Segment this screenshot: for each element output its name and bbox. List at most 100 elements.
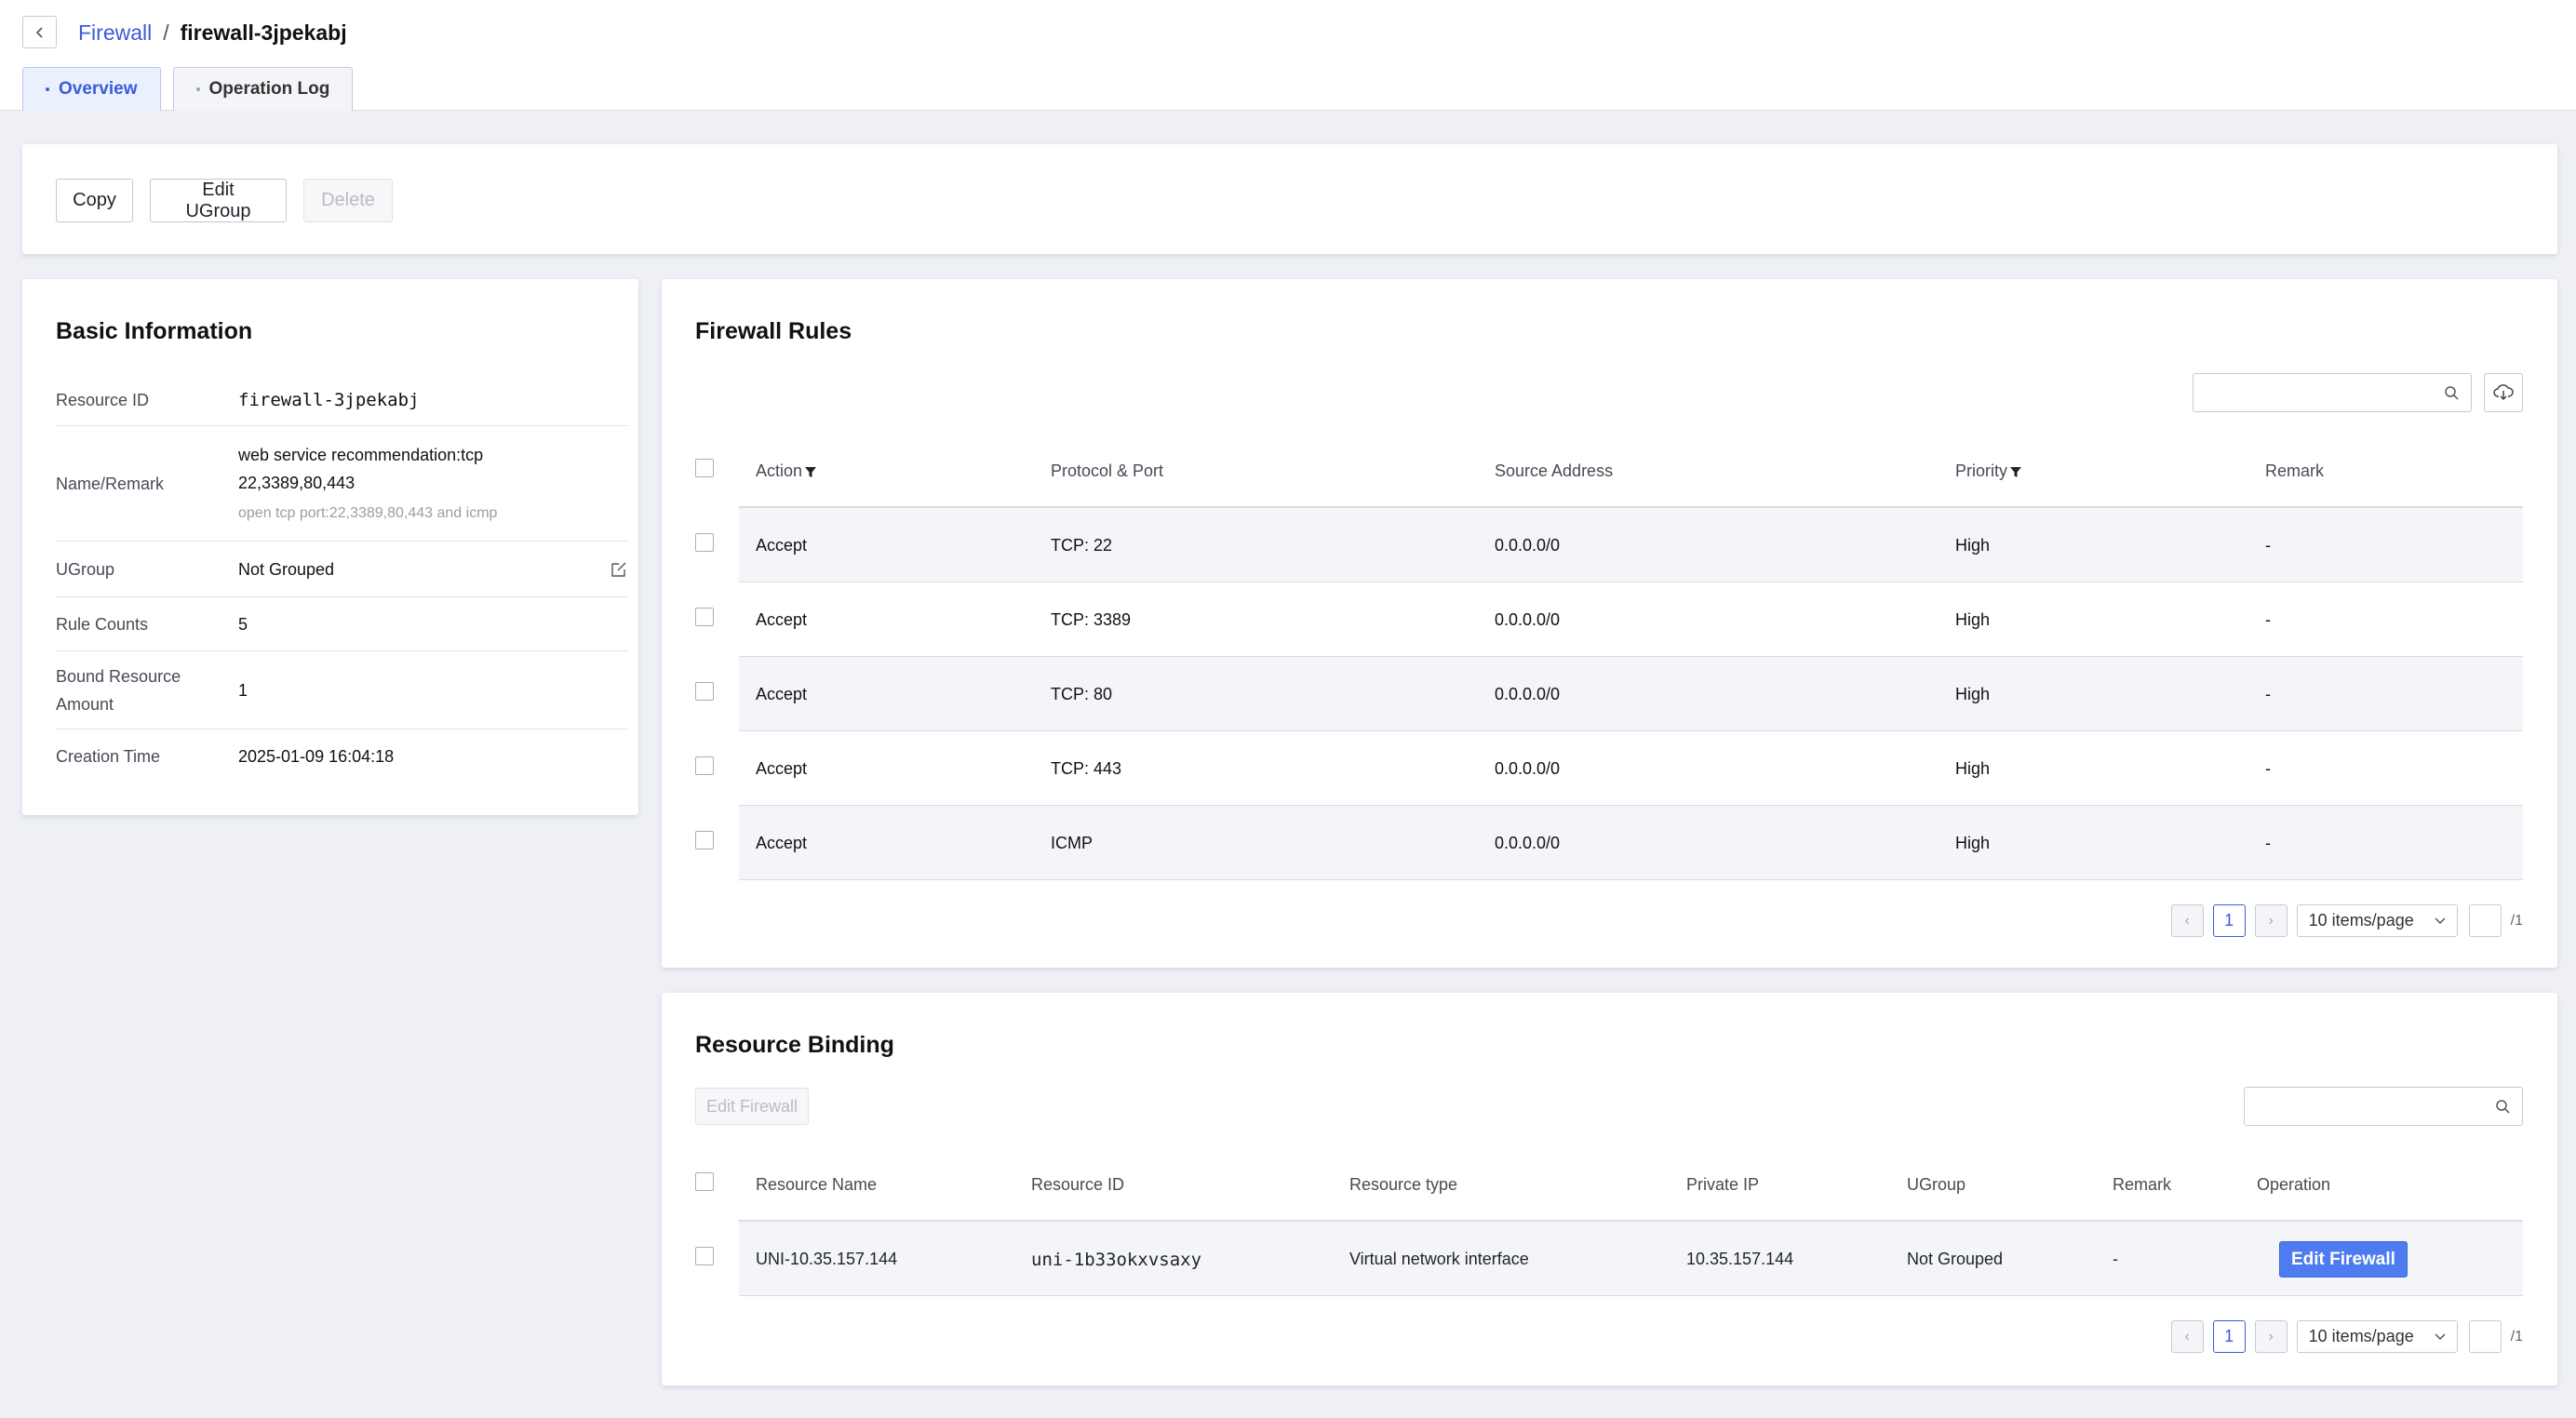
next-page-button[interactable]: › (2254, 904, 2288, 937)
resource-name-cell: UNI-10.35.157.144 (756, 1250, 898, 1268)
search-icon (2496, 1100, 2510, 1114)
back-button[interactable] (22, 16, 57, 48)
edit-icon[interactable] (610, 560, 628, 579)
source-cell: 0.0.0.0/0 (1495, 610, 1561, 629)
col-protocol-port: Protocol & Port (1051, 462, 1164, 480)
info-label: Name/Remark (56, 474, 165, 493)
remark-cell: - (2265, 685, 2271, 703)
tab-label: Overview (59, 79, 138, 99)
row-checkbox[interactable] (695, 756, 714, 775)
tab-bar: Overview Operation Log (22, 67, 354, 111)
name-remark-value: web service recommendation:tcp 22,3389,8… (238, 441, 628, 527)
select-all-checkbox[interactable] (695, 1172, 714, 1191)
cloud-download-icon (2493, 384, 2514, 401)
col-ugroup: UGroup (1907, 1175, 1966, 1194)
resource-binding-card: Resource Binding Edit Firewall Resource … (662, 993, 2557, 1385)
resource-type-cell: Virtual network interface (1349, 1250, 1529, 1268)
protocol-cell: TCP: 3389 (1051, 610, 1132, 629)
col-resource-id: Resource ID (1031, 1175, 1125, 1194)
prev-page-button[interactable]: ‹ (2170, 904, 2204, 937)
chevron-left-icon (35, 26, 43, 38)
info-row-creation-time: Creation Time 2025-01-09 16:04:18 (56, 729, 628, 783)
page-size-value: 10 items/page (2308, 911, 2414, 930)
priority-cell: High (1955, 759, 1991, 778)
page-size-select[interactable]: 10 items/page (2296, 904, 2458, 937)
row-checkbox[interactable] (695, 608, 714, 626)
action-cell: Accept (756, 536, 808, 555)
remark-cell: - (2265, 610, 2271, 629)
col-action[interactable]: Action (756, 462, 817, 481)
col-private-ip: Private IP (1686, 1175, 1760, 1194)
page-number-button[interactable]: 1 (2212, 1320, 2246, 1353)
filter-icon[interactable] (804, 465, 817, 478)
edit-ugroup-button[interactable]: Edit UGroup (150, 179, 287, 222)
firewall-rules-card: Firewall Rules Action Protocol & Port So… (662, 279, 2557, 968)
chevron-down-icon (2435, 1332, 2446, 1340)
action-cell: Accept (756, 759, 808, 778)
ugroup-value: Not Grouped (238, 559, 335, 579)
row-checkbox[interactable] (695, 831, 714, 849)
rules-header-row (739, 434, 2523, 508)
source-cell: 0.0.0.0/0 (1495, 536, 1561, 555)
row-checkbox[interactable] (695, 533, 714, 552)
table-row (739, 806, 2523, 880)
tab-dot-icon (46, 87, 49, 91)
rules-search-input[interactable] (2193, 373, 2472, 412)
protocol-cell: TCP: 80 (1051, 685, 1113, 703)
page-total: /1 (2510, 912, 2523, 929)
tab-operation-log[interactable]: Operation Log (172, 67, 354, 111)
download-button[interactable] (2484, 373, 2523, 412)
binding-search-input[interactable] (2244, 1087, 2523, 1126)
tab-overview[interactable]: Overview (22, 67, 161, 111)
name-line-2: 22,3389,80,443 (238, 473, 356, 492)
next-page-button[interactable]: › (2254, 1320, 2288, 1353)
remark-cell: - (2265, 536, 2271, 555)
table-row (739, 731, 2523, 806)
prev-page-button[interactable]: ‹ (2170, 1320, 2204, 1353)
resource-id-cell: uni-1b33okxvsaxy (1031, 1250, 1202, 1270)
page-header: Firewall / firewall-3jpekabj Overview Op… (0, 0, 2576, 111)
page-jump-input[interactable] (2468, 904, 2502, 937)
breadcrumb-firewall-link[interactable]: Firewall (78, 20, 152, 46)
tab-dot-icon (195, 87, 200, 91)
edit-firewall-button[interactable]: Edit Firewall (2279, 1241, 2408, 1278)
page-size-select[interactable]: 10 items/page (2296, 1320, 2458, 1353)
filter-icon[interactable] (2009, 465, 2022, 478)
info-label: Creation Time (56, 747, 161, 766)
source-cell: 0.0.0.0/0 (1495, 834, 1561, 852)
table-row (739, 508, 2523, 582)
creation-time-value: 2025-01-09 16:04:18 (238, 747, 395, 766)
page-total: /1 (2510, 1328, 2523, 1344)
row-checkbox[interactable] (695, 682, 714, 701)
page-jump-input[interactable] (2468, 1320, 2502, 1353)
protocol-cell: TCP: 22 (1051, 536, 1113, 555)
col-operation: Operation (2257, 1175, 2331, 1194)
row-checkbox[interactable] (695, 1247, 714, 1265)
private-ip-cell: 10.35.157.144 (1686, 1250, 1794, 1268)
col-priority[interactable]: Priority (1955, 462, 2022, 481)
bound-label-line-1: Bound Resource (56, 666, 181, 686)
edit-firewall-toolbar-button[interactable]: Edit Firewall (695, 1088, 810, 1125)
breadcrumb: Firewall / firewall-3jpekabj (78, 19, 347, 47)
select-all-checkbox[interactable] (695, 459, 714, 477)
remark-cell: - (2113, 1250, 2118, 1268)
info-row-bound-amount: Bound Resource Amount 1 (56, 651, 628, 729)
name-line-1: web service recommendation:tcp (238, 445, 484, 464)
basic-info-card: Basic Information Resource ID firewall-3… (22, 279, 638, 815)
col-resource-type: Resource type (1349, 1175, 1458, 1194)
tab-label: Operation Log (208, 79, 330, 99)
binding-header-row (739, 1147, 2523, 1222)
col-priority-label: Priority (1955, 462, 2008, 480)
delete-button[interactable]: Delete (303, 179, 393, 222)
action-cell: Accept (756, 610, 808, 629)
action-card: Copy Edit UGroup Delete (22, 144, 2557, 254)
copy-button[interactable]: Copy (56, 179, 133, 222)
ugroup-cell: Not Grouped (1907, 1250, 2004, 1268)
info-label: UGroup (56, 559, 115, 579)
action-cell: Accept (756, 685, 808, 703)
source-cell: 0.0.0.0/0 (1495, 759, 1561, 778)
remark-cell: - (2265, 759, 2271, 778)
protocol-cell: TCP: 443 (1051, 759, 1122, 778)
page-number-button[interactable]: 1 (2212, 904, 2246, 937)
breadcrumb-separator: / (163, 20, 169, 45)
